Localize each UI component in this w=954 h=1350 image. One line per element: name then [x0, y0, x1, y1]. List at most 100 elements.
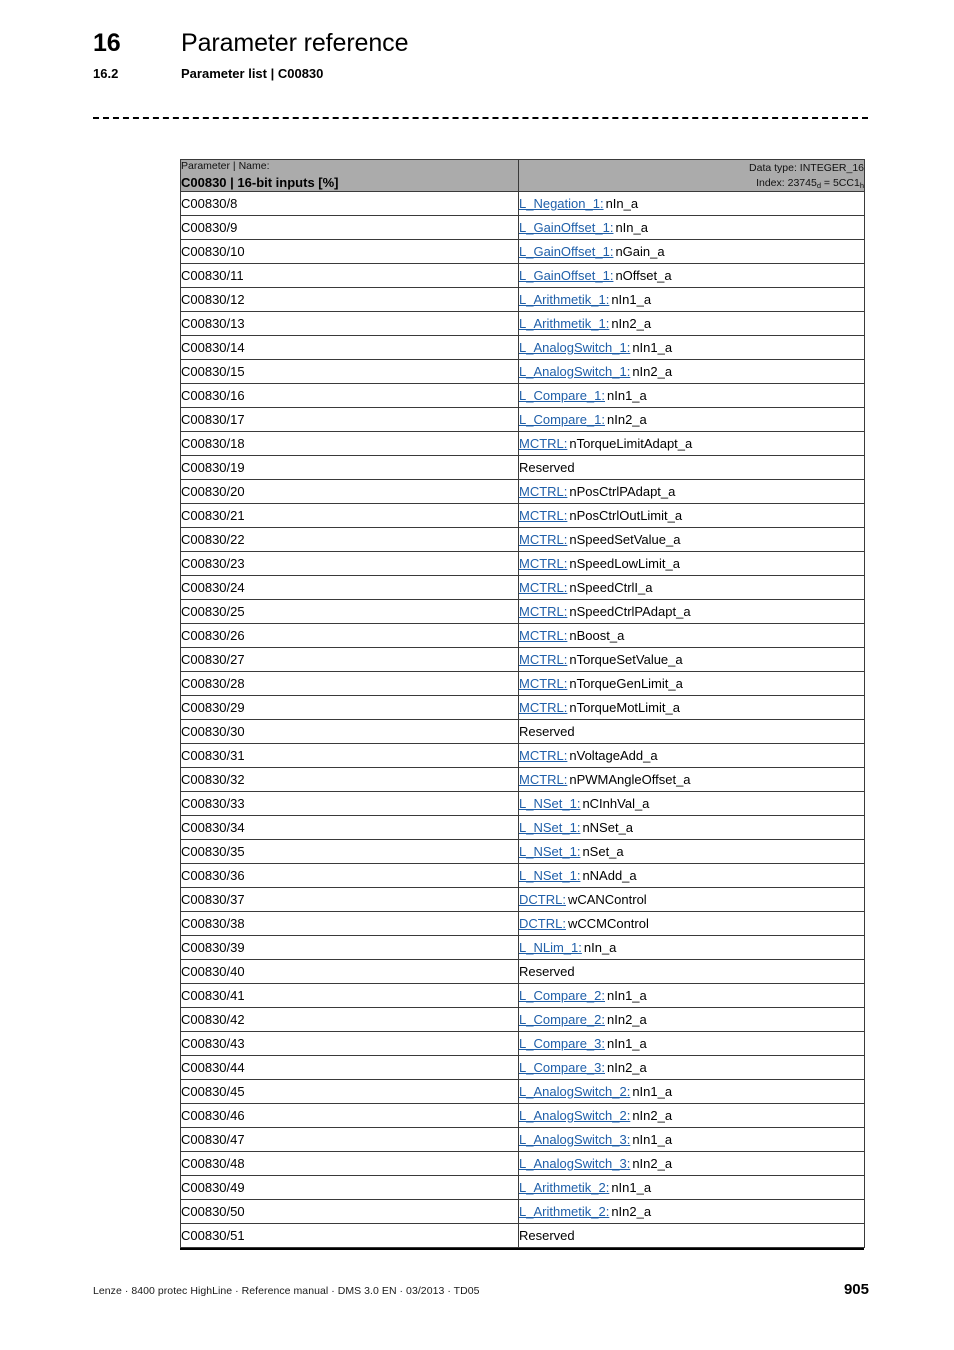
table-row: C00830/44 L_Compare_3: nIn2_a: [180, 1055, 865, 1080]
signal-label: nIn2_a: [632, 363, 673, 379]
signal-name-cell: Reserved: [518, 1223, 865, 1248]
function-block-link[interactable]: MCTRL:: [519, 652, 567, 667]
function-block-link[interactable]: MCTRL:: [519, 604, 567, 619]
table-row: C00830/51 Reserved: [180, 1223, 865, 1248]
function-block-link[interactable]: MCTRL:: [519, 748, 567, 763]
parameter-code-cell: C00830/10: [180, 239, 519, 264]
table-header-row: Parameter | Name: C00830 | 16-bit inputs…: [180, 159, 865, 192]
signal-name-cell: MCTRL: nSpeedLowLimit_a: [518, 551, 865, 576]
function-block-link[interactable]: L_Arithmetik_1:: [519, 292, 609, 307]
table-header-parameter-cell: Parameter | Name: C00830 | 16-bit inputs…: [180, 159, 519, 192]
function-block-link[interactable]: L_NLim_1:: [519, 940, 582, 955]
table-row: C00830/43 L_Compare_3: nIn1_a: [180, 1031, 865, 1056]
function-block-link[interactable]: L_NSet_1:: [519, 796, 580, 811]
table-row: C00830/18 MCTRL: nTorqueLimitAdapt_a: [180, 431, 865, 456]
chapter-heading: 16 Parameter reference: [93, 28, 873, 58]
function-block-link[interactable]: DCTRL:: [519, 892, 566, 907]
function-block-link[interactable]: L_Compare_2:: [519, 988, 605, 1003]
function-block-link[interactable]: MCTRL:: [519, 484, 567, 499]
signal-name-cell: L_AnalogSwitch_3: nIn2_a: [518, 1151, 865, 1176]
table-row: C00830/23 MCTRL: nSpeedLowLimit_a: [180, 551, 865, 576]
function-block-link[interactable]: L_GainOffset_1:: [519, 244, 613, 259]
function-block-link[interactable]: MCTRL:: [519, 556, 567, 571]
parameter-code-cell: C00830/49: [180, 1175, 519, 1200]
function-block-link[interactable]: L_AnalogSwitch_1:: [519, 364, 630, 379]
function-block-link[interactable]: L_Arithmetik_2:: [519, 1180, 609, 1195]
table-row: C00830/15 L_AnalogSwitch_1: nIn2_a: [180, 359, 865, 384]
function-block-link[interactable]: L_Negation_1:: [519, 196, 604, 211]
function-block-link[interactable]: L_NSet_1:: [519, 844, 580, 859]
function-block-link[interactable]: L_GainOffset_1:: [519, 220, 613, 235]
function-block-link[interactable]: L_AnalogSwitch_2:: [519, 1108, 630, 1123]
function-block-link[interactable]: L_AnalogSwitch_1:: [519, 340, 630, 355]
signal-label: nIn2_a: [611, 315, 652, 331]
signal-label: nSpeedLowLimit_a: [569, 555, 680, 571]
parameter-code-cell: C00830/33: [180, 791, 519, 816]
signal-label: nOffset_a: [615, 267, 672, 283]
table-row: C00830/42 L_Compare_2: nIn2_a: [180, 1007, 865, 1032]
function-block-link[interactable]: MCTRL:: [519, 628, 567, 643]
function-block-link[interactable]: L_Compare_2:: [519, 1012, 605, 1027]
signal-label: nIn1_a: [632, 1131, 673, 1147]
table-row: C00830/8 L_Negation_1: nIn_a: [180, 191, 865, 216]
signal-name-cell: L_Compare_2: nIn2_a: [518, 1007, 865, 1032]
signal-name-cell: L_AnalogSwitch_2: nIn1_a: [518, 1079, 865, 1104]
function-block-link[interactable]: L_AnalogSwitch_3:: [519, 1132, 630, 1147]
function-block-link[interactable]: L_Compare_3:: [519, 1036, 605, 1051]
signal-name-cell: L_Compare_1: nIn1_a: [518, 383, 865, 408]
function-block-link[interactable]: L_NSet_1:: [519, 868, 580, 883]
table-row: C00830/16 L_Compare_1: nIn1_a: [180, 383, 865, 408]
parameter-table: Parameter | Name: C00830 | 16-bit inputs…: [180, 159, 865, 1248]
signal-name-cell: L_AnalogSwitch_1: nIn2_a: [518, 359, 865, 384]
function-block-link[interactable]: MCTRL:: [519, 532, 567, 547]
table-row: C00830/22 MCTRL: nSpeedSetValue_a: [180, 527, 865, 552]
signal-label: nIn1_a: [607, 387, 647, 403]
function-block-link[interactable]: L_Arithmetik_1:: [519, 316, 609, 331]
function-block-link[interactable]: L_GainOffset_1:: [519, 268, 613, 283]
signal-label: nNSet_a: [582, 819, 634, 835]
signal-label: nIn1_a: [632, 1083, 673, 1099]
signal-name-cell: L_Arithmetik_2: nIn2_a: [518, 1199, 865, 1224]
function-block-link[interactable]: L_NSet_1:: [519, 820, 580, 835]
function-block-link[interactable]: MCTRL:: [519, 508, 567, 523]
signal-label: nIn1_a: [611, 1179, 652, 1195]
function-block-link[interactable]: L_AnalogSwitch_3:: [519, 1156, 630, 1171]
function-block-link[interactable]: L_AnalogSwitch_2:: [519, 1084, 630, 1099]
function-block-link[interactable]: MCTRL:: [519, 436, 567, 451]
table-row: C00830/19 Reserved: [180, 455, 865, 480]
signal-label: nIn1_a: [632, 339, 673, 355]
table-row: C00830/38 DCTRL: wCCMControl: [180, 911, 865, 936]
function-block-link[interactable]: MCTRL:: [519, 700, 567, 715]
parameter-code-cell: C00830/46: [180, 1103, 519, 1128]
signal-label: nTorqueSetValue_a: [569, 651, 683, 667]
function-block-link[interactable]: MCTRL:: [519, 676, 567, 691]
parameter-code-cell: C00830/24: [180, 575, 519, 600]
function-block-link[interactable]: L_Arithmetik_2:: [519, 1204, 609, 1219]
parameter-code-cell: C00830/20: [180, 479, 519, 504]
parameter-code-cell: C00830/29: [180, 695, 519, 720]
table-row: C00830/32 MCTRL: nPWMAngleOffset_a: [180, 767, 865, 792]
table-row: C00830/14 L_AnalogSwitch_1: nIn1_a: [180, 335, 865, 360]
signal-name-cell: L_GainOffset_1: nIn_a: [518, 215, 865, 240]
signal-name-cell: MCTRL: nTorqueGenLimit_a: [518, 671, 865, 696]
chapter-number: 16: [93, 29, 121, 57]
table-header: Parameter | Name: C00830 | 16-bit inputs…: [180, 159, 865, 192]
parameter-code-cell: C00830/22: [180, 527, 519, 552]
chapter-title: Parameter reference: [181, 29, 409, 57]
signal-label: nIn2_a: [611, 1203, 652, 1219]
table-row: C00830/40 Reserved: [180, 959, 865, 984]
function-block-link[interactable]: L_Compare_1:: [519, 388, 605, 403]
parameter-code-cell: C00830/11: [180, 263, 519, 288]
function-block-link[interactable]: MCTRL:: [519, 772, 567, 787]
signal-label: nSpeedCtrlI_a: [569, 579, 653, 595]
table-row: C00830/50 L_Arithmetik_2: nIn2_a: [180, 1199, 865, 1224]
signal-label: nIn1_a: [607, 987, 647, 1003]
function-block-link[interactable]: DCTRL:: [519, 916, 566, 931]
function-block-link[interactable]: L_Compare_1:: [519, 412, 605, 427]
signal-name-cell: L_NSet_1: nNSet_a: [518, 815, 865, 840]
signal-name-cell: L_Compare_3: nIn2_a: [518, 1055, 865, 1080]
parameter-code-cell: C00830/42: [180, 1007, 519, 1032]
table-row: C00830/13 L_Arithmetik_1: nIn2_a: [180, 311, 865, 336]
function-block-link[interactable]: L_Compare_3:: [519, 1060, 605, 1075]
function-block-link[interactable]: MCTRL:: [519, 580, 567, 595]
